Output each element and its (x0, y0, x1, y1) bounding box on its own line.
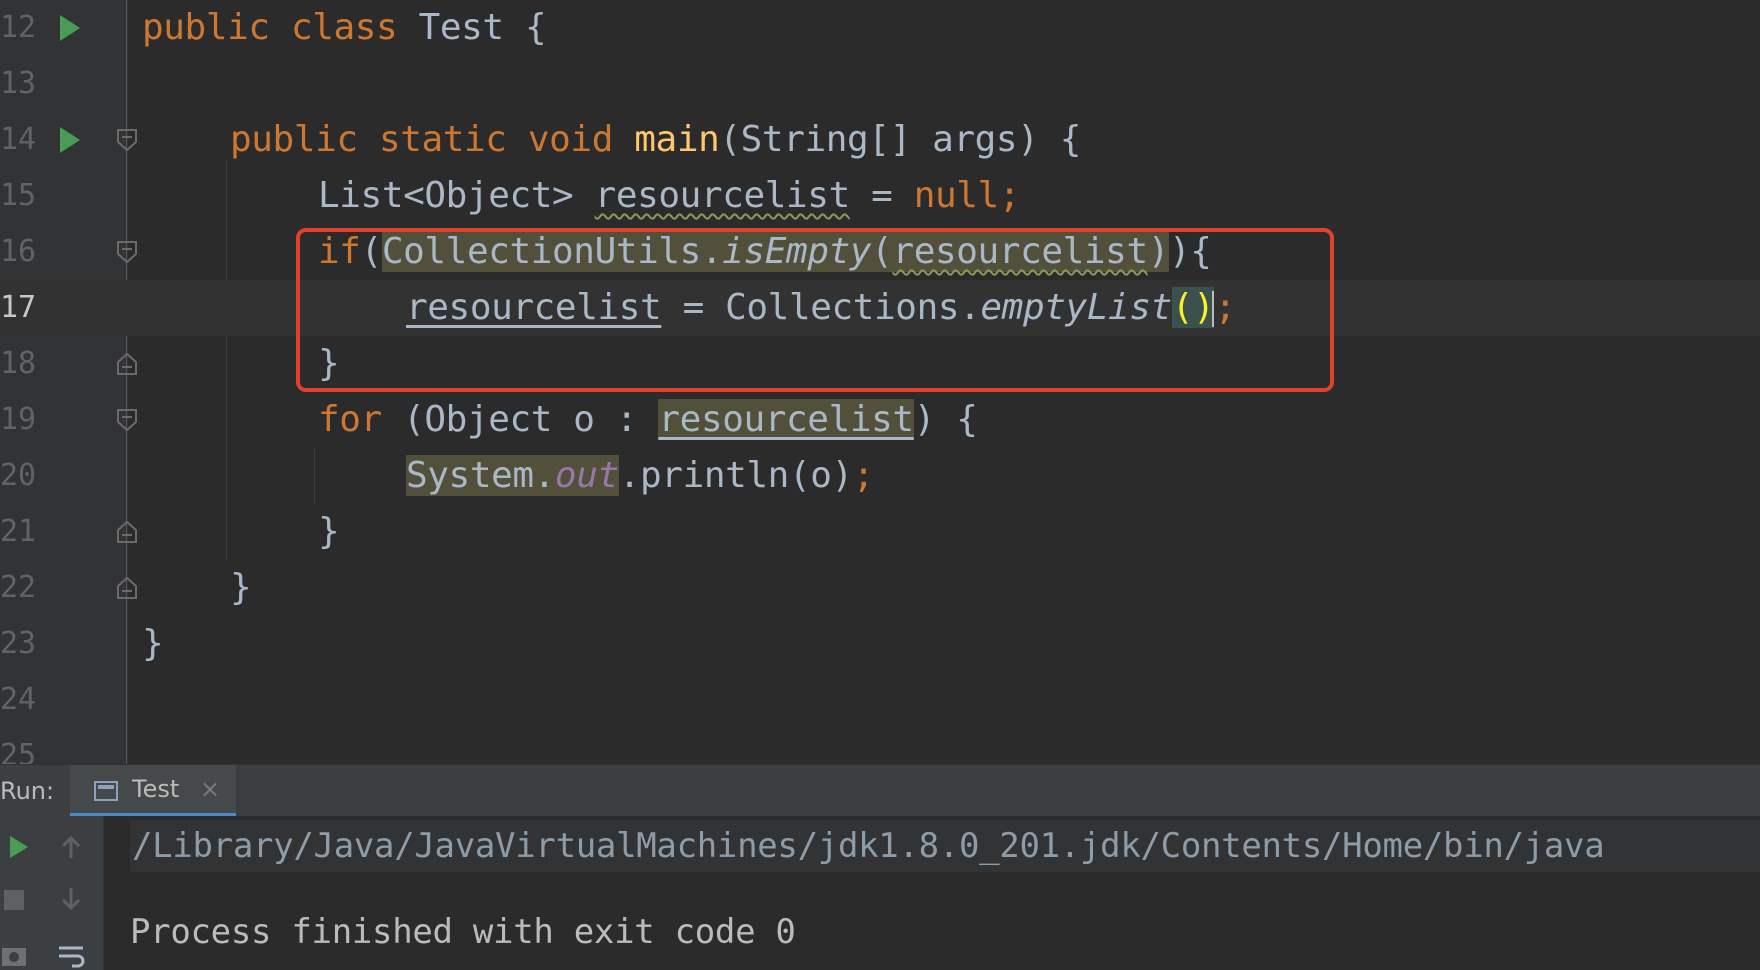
run-panel-header: Run: Test × (0, 764, 1760, 817)
rerun-icon[interactable] (4, 832, 34, 862)
code-editor[interactable]: 12 public class Test { 13 14 public stat… (0, 0, 1760, 764)
run-icon[interactable] (60, 15, 80, 41)
line-number: 17 (0, 290, 37, 325)
run-tab-test[interactable]: Test × (70, 765, 236, 817)
console-icon (94, 781, 118, 801)
line-number: 22 (0, 570, 37, 605)
code-line-14[interactable]: 14 public static void main(String[] args… (0, 112, 1760, 168)
code-line-15[interactable]: 15 List<Object> resourcelist = null; (0, 168, 1760, 224)
line-number: 23 (0, 626, 37, 661)
code-line-23[interactable]: 23 } (0, 616, 1760, 672)
line-code[interactable]: List<Object> resourcelist = null; (318, 168, 1020, 224)
run-tool-window: Run: Test × /Library/Java/JavaVirtualMac… (0, 764, 1760, 970)
scroll-up-icon[interactable] (56, 832, 86, 862)
fold-close-icon[interactable] (116, 352, 138, 376)
line-number: 18 (0, 346, 37, 381)
screenshot-icon[interactable] (0, 938, 30, 968)
run-tab-label: Test (132, 775, 180, 803)
line-number: 14 (0, 122, 37, 157)
fold-close-icon[interactable] (116, 520, 138, 544)
line-number: 24 (0, 682, 37, 717)
line-number: 16 (0, 234, 37, 269)
line-number: 25 (0, 738, 37, 764)
code-line-21[interactable]: 21 } (0, 504, 1760, 560)
line-number: 12 (0, 10, 37, 45)
console-exit-message: Process finished with exit code 0 (130, 912, 796, 952)
run-icon[interactable] (60, 127, 80, 153)
fold-open-icon[interactable] (116, 128, 138, 152)
code-line-25[interactable]: 25 (0, 728, 1760, 764)
code-line-22[interactable]: 22 } (0, 560, 1760, 616)
soft-wrap-icon[interactable] (56, 938, 86, 968)
fold-open-icon[interactable] (116, 240, 138, 264)
fold-close-icon[interactable] (116, 576, 138, 600)
line-code[interactable]: System.out.println(o); (406, 448, 874, 504)
line-code[interactable]: public static void main(String[] args) { (230, 112, 1081, 168)
stop-icon[interactable] (0, 884, 30, 914)
code-line-13[interactable]: 13 (0, 56, 1760, 112)
line-code[interactable]: public class Test { (142, 0, 547, 56)
line-code[interactable]: } (318, 504, 340, 560)
run-toolbar (0, 816, 104, 970)
fold-open-icon[interactable] (116, 408, 138, 432)
annotation-highlight-box (296, 228, 1334, 392)
line-number: 19 (0, 402, 37, 437)
console-output[interactable]: /Library/Java/JavaVirtualMachines/jdk1.8… (104, 816, 1760, 970)
code-line-12[interactable]: 12 public class Test { (0, 0, 1760, 56)
line-code[interactable]: } (142, 616, 164, 672)
line-number: 20 (0, 458, 37, 493)
run-panel-label: Run: (0, 777, 55, 805)
line-number: 21 (0, 514, 37, 549)
console-command-line: /Library/Java/JavaVirtualMachines/jdk1.8… (130, 820, 1760, 872)
close-icon[interactable]: × (200, 765, 220, 813)
line-number: 15 (0, 178, 37, 213)
line-number: 13 (0, 66, 37, 101)
line-code[interactable]: } (230, 560, 252, 616)
scroll-down-icon[interactable] (56, 884, 86, 914)
code-line-19[interactable]: 19 for (Object o : resourcelist) { (0, 392, 1760, 448)
code-line-20[interactable]: 20 System.out.println(o); (0, 448, 1760, 504)
code-line-24[interactable]: 24 (0, 672, 1760, 728)
line-code[interactable]: for (Object o : resourcelist) { (318, 392, 978, 448)
